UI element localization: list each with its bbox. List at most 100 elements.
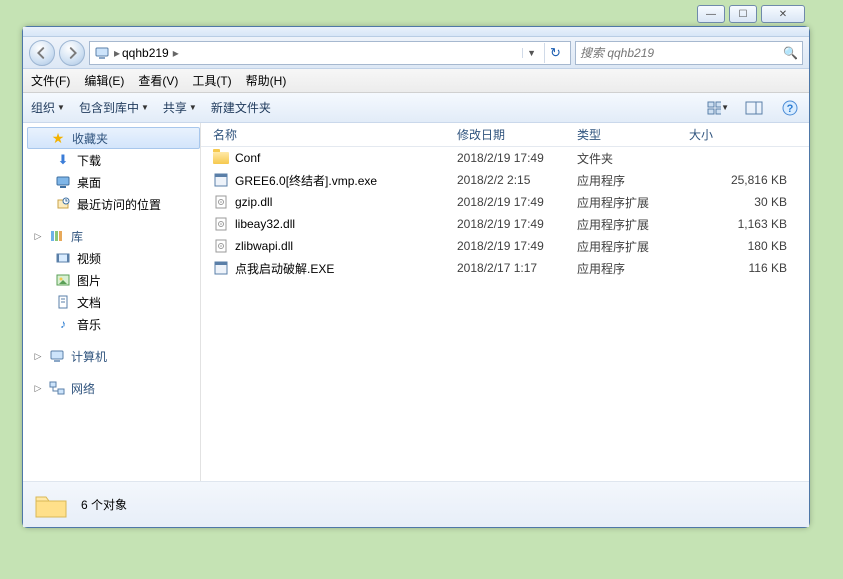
menu-file[interactable]: 文件(F): [31, 72, 70, 89]
command-bar: 组织▼ 包含到库中▼ 共享▼ 新建文件夹 ▼ ?: [23, 93, 809, 123]
column-name[interactable]: 名称: [201, 126, 457, 143]
title-bar[interactable]: [23, 27, 809, 37]
file-name: libeay32.dll: [235, 217, 295, 231]
sidebar-item-documents[interactable]: 文档: [27, 291, 200, 313]
sidebar-item-pictures[interactable]: 图片: [27, 269, 200, 291]
include-label: 包含到库中: [79, 99, 139, 116]
file-date: 2018/2/17 1:17: [457, 261, 577, 275]
chevron-down-icon: ▼: [141, 103, 149, 112]
column-type[interactable]: 类型: [577, 126, 689, 143]
breadcrumb-item[interactable]: qqhb219: [122, 46, 169, 60]
share-button[interactable]: 共享▼: [163, 99, 197, 116]
computer-label: 计算机: [71, 348, 107, 365]
download-icon: ⬇: [55, 152, 71, 168]
menu-help[interactable]: 帮助(H): [246, 72, 287, 89]
menu-tools[interactable]: 工具(T): [192, 72, 231, 89]
file-date: 2018/2/19 17:49: [457, 239, 577, 253]
file-size: 116 KB: [689, 261, 809, 275]
caret-icon: ▷: [33, 231, 43, 242]
dll-icon: [213, 216, 229, 232]
maximize-button[interactable]: ☐: [729, 5, 757, 23]
dll-icon: [213, 194, 229, 210]
minimize-button[interactable]: —: [697, 5, 725, 23]
status-bar: 6 个对象: [23, 481, 809, 527]
svg-text:?: ?: [787, 103, 794, 115]
file-name: 点我启动破解.EXE: [235, 260, 334, 277]
file-date: 2018/2/19 17:49: [457, 195, 577, 209]
documents-icon: [55, 294, 71, 310]
view-options-button[interactable]: ▼: [707, 97, 729, 119]
breadcrumb-sep: ▸: [173, 46, 177, 60]
libraries-label: 库: [71, 228, 83, 245]
folder-icon: [33, 489, 69, 521]
favorites-label: 收藏夹: [72, 130, 108, 147]
file-row[interactable]: gzip.dll2018/2/19 17:49应用程序扩展30 KB: [201, 191, 809, 213]
include-in-library-button[interactable]: 包含到库中▼: [79, 99, 149, 116]
back-button[interactable]: [29, 40, 55, 66]
file-size: 30 KB: [689, 195, 809, 209]
history-dropdown[interactable]: ▼: [522, 48, 540, 58]
file-row[interactable]: zlibwapi.dll2018/2/19 17:49应用程序扩展180 KB: [201, 235, 809, 257]
sidebar-item-label: 图片: [77, 272, 101, 289]
file-row[interactable]: 点我启动破解.EXE 2018/2/17 1:17应用程序116 KB: [201, 257, 809, 279]
menu-view[interactable]: 查看(V): [138, 72, 178, 89]
sidebar-item-recent[interactable]: 最近访问的位置: [27, 193, 200, 215]
file-name: Conf: [235, 151, 260, 165]
file-date: 2018/2/19 17:49: [457, 151, 577, 165]
file-name: GREE6.0[终结者].vmp.exe: [235, 172, 377, 189]
address-bar[interactable]: ▸ qqhb219 ▸ ▼ ↻: [89, 41, 571, 65]
file-date: 2018/2/2 2:15: [457, 173, 577, 187]
file-size: 1,163 KB: [689, 217, 809, 231]
sidebar-favorites[interactable]: ★ 收藏夹: [27, 127, 200, 149]
help-button[interactable]: ?: [779, 97, 801, 119]
sidebar-item-label: 视频: [77, 250, 101, 267]
breadcrumb-sep: ▸: [114, 46, 118, 60]
file-size: 25,816 KB: [689, 173, 809, 187]
search-icon[interactable]: 🔍: [783, 46, 798, 60]
sidebar-item-videos[interactable]: 视频: [27, 247, 200, 269]
search-input[interactable]: [580, 46, 783, 60]
video-icon: [55, 250, 71, 266]
sidebar-item-label: 文档: [77, 294, 101, 311]
sidebar-item-label: 下载: [77, 152, 101, 169]
new-folder-label: 新建文件夹: [211, 99, 271, 116]
sidebar-libraries[interactable]: ▷ 库: [27, 225, 200, 247]
sidebar-item-label: 音乐: [77, 316, 101, 333]
preview-pane-button[interactable]: [743, 97, 765, 119]
column-size[interactable]: 大小: [689, 126, 809, 143]
menu-edit[interactable]: 编辑(E): [84, 72, 124, 89]
explorer-window: — ☐ ✕ ▸ qqhb219 ▸ ▼ ↻ 🔍 文件(F) 编辑(E): [22, 26, 810, 528]
network-label: 网络: [71, 380, 95, 397]
sidebar-network[interactable]: ▷ 网络: [27, 377, 200, 399]
caret-icon: ▷: [33, 351, 43, 362]
file-size: 180 KB: [689, 239, 809, 253]
music-icon: ♪: [55, 316, 71, 332]
content-pane: 名称 修改日期 类型 大小 Conf2018/2/19 17:49文件夹GREE…: [201, 123, 809, 481]
file-row[interactable]: GREE6.0[终结者].vmp.exe 2018/2/2 2:15应用程序25,…: [201, 169, 809, 191]
file-row[interactable]: libeay32.dll2018/2/19 17:49应用程序扩展1,163 K…: [201, 213, 809, 235]
exe-icon: [213, 260, 229, 276]
organize-label: 组织: [31, 99, 55, 116]
caret-icon: ▷: [33, 383, 43, 394]
chevron-down-icon: ▼: [721, 103, 729, 112]
file-row[interactable]: Conf2018/2/19 17:49文件夹: [201, 147, 809, 169]
forward-button[interactable]: [59, 40, 85, 66]
file-date: 2018/2/19 17:49: [457, 217, 577, 231]
search-box[interactable]: 🔍: [575, 41, 803, 65]
file-type: 应用程序: [577, 172, 689, 189]
column-date[interactable]: 修改日期: [457, 126, 577, 143]
sidebar-item-desktop[interactable]: 桌面: [27, 171, 200, 193]
sidebar-computer[interactable]: ▷ 计算机: [27, 345, 200, 367]
sidebar-item-label: 桌面: [77, 174, 101, 191]
file-type: 应用程序: [577, 260, 689, 277]
file-type: 应用程序扩展: [577, 238, 689, 255]
sidebar-item-music[interactable]: ♪ 音乐: [27, 313, 200, 335]
folder-icon: [213, 150, 229, 166]
close-button[interactable]: ✕: [761, 5, 805, 23]
sidebar-item-downloads[interactable]: ⬇ 下载: [27, 149, 200, 171]
refresh-button[interactable]: ↻: [544, 43, 566, 63]
new-folder-button[interactable]: 新建文件夹: [211, 99, 271, 116]
window-controls: — ☐ ✕: [697, 5, 805, 23]
organize-button[interactable]: 组织▼: [31, 99, 65, 116]
star-icon: ★: [50, 130, 66, 146]
